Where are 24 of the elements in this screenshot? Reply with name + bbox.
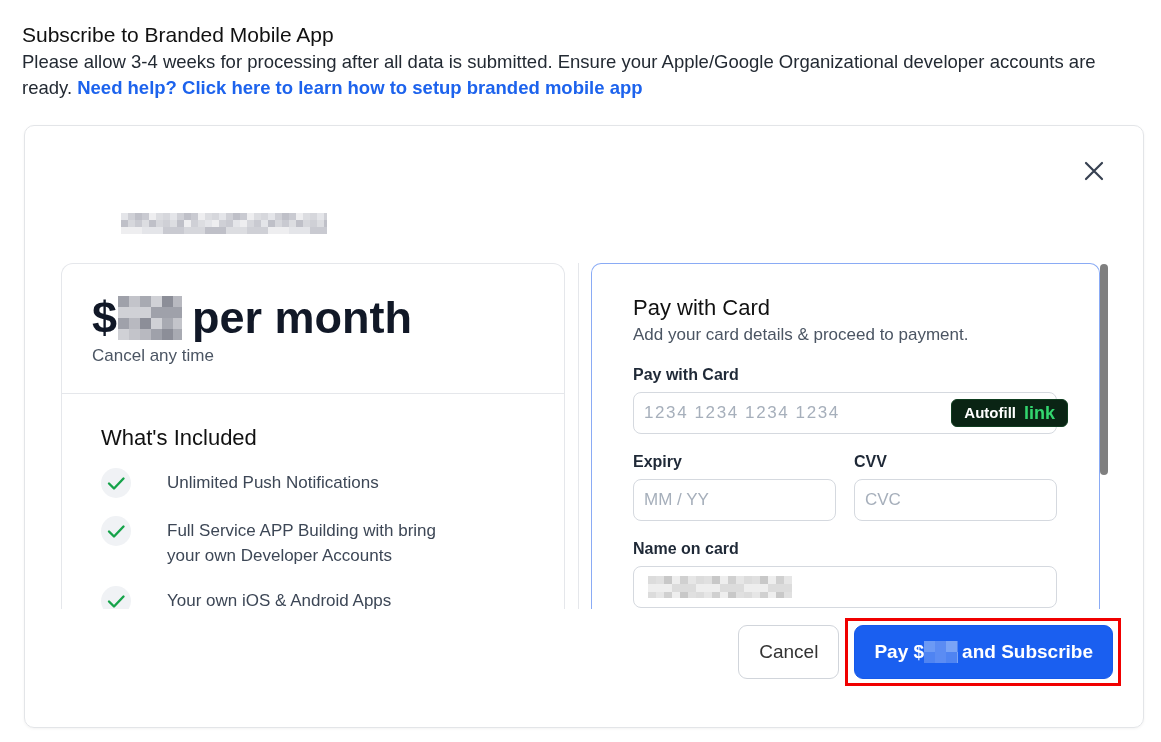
feature-text: Unlimited Push Notifications — [167, 472, 379, 494]
section-heading: What's Included — [101, 424, 258, 452]
close-icon — [1084, 161, 1104, 181]
feature-text: Your own iOS & Android Apps — [167, 590, 392, 609]
payment-subtitle: Add your card details & proceed to payment. — [633, 324, 970, 346]
field-label: Expiry — [633, 452, 683, 472]
input-field[interactable]: CVC — [854, 479, 1057, 521]
payment-title: Pay with Card — [633, 294, 771, 322]
autofill-button[interactable]: Autofill link — [951, 399, 1068, 427]
help-link[interactable]: Need help? Click here to learn how to setup branded mobile app — [77, 77, 643, 98]
page-title: Subscribe to Branded Mobile App — [22, 22, 334, 48]
field-label: Name on card — [633, 539, 740, 559]
price-period: per month — [192, 292, 413, 344]
input-field[interactable]: MM / YY — [633, 479, 836, 521]
page-description: Please allow 3-4 weeks for processing after all data is submitted. Ensure your Apple/Google Organizational developer accounts are ready. Need help? Click here to learn how to setup branded mobile app — [22, 50, 1097, 100]
plan-note: Cancel any time — [92, 345, 215, 367]
cancel-button[interactable]: Cancel — [738, 625, 840, 679]
field-label: Pay with Card — [633, 365, 740, 385]
field-label: CVV — [854, 452, 888, 472]
pay-subscribe-button[interactable]: Pay $ and Subscribe — [854, 625, 1113, 679]
price-currency: $ — [92, 292, 118, 344]
input-field[interactable] — [633, 566, 1057, 608]
feature-text: Full Service APP Building with bring your own Developer Accounts — [167, 520, 437, 567]
scrollbar-thumb[interactable] — [1100, 264, 1108, 475]
